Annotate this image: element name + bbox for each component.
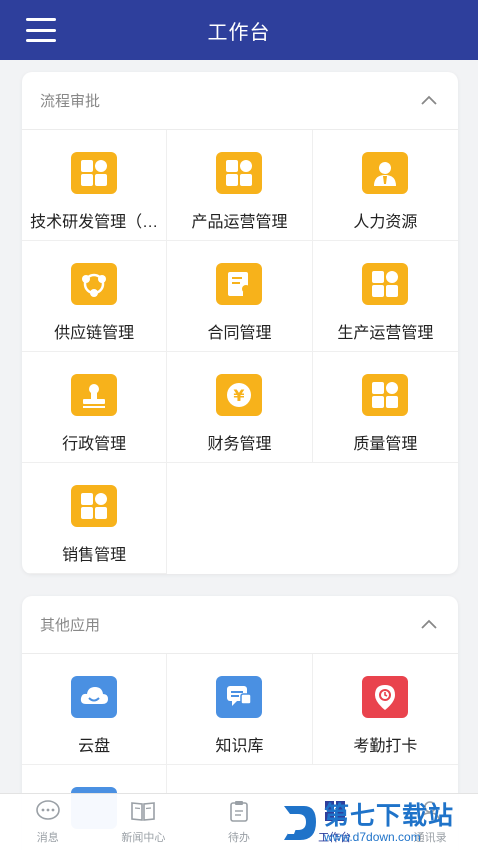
chat-icon xyxy=(216,676,263,718)
app-tile[interactable]: 生产运营管理 xyxy=(312,241,458,352)
chain-icon xyxy=(71,263,118,305)
grid-icon xyxy=(71,152,118,194)
app-tile-label: 供应链管理 xyxy=(54,325,135,342)
app-tile[interactable]: 质量管理 xyxy=(312,352,458,463)
grid-icon xyxy=(362,263,409,305)
nav-item-label: 待办 xyxy=(227,832,250,844)
app-tile-label: 知识库 xyxy=(215,738,264,755)
nav-item-label: 新闻中心 xyxy=(121,832,166,844)
app-tile[interactable]: 考勤打卡 xyxy=(312,654,458,765)
page-title: 工作台 xyxy=(207,21,271,44)
section-header[interactable]: 流程审批 xyxy=(22,72,458,130)
nav-item-label: 消息 xyxy=(36,832,59,844)
nav-item[interactable]: 待办 xyxy=(191,794,287,850)
nav-item[interactable]: 消息 xyxy=(0,794,96,850)
app-tile-label: 财务管理 xyxy=(207,436,272,453)
app-tile-label: 销售管理 xyxy=(62,547,127,564)
section-process-approval: 流程审批 技术研发管理（… 产品运营管理 人力资源供应链管理 合同管理 生产运营管理行政… xyxy=(22,72,458,574)
app-tile[interactable]: 知识库 xyxy=(167,654,313,765)
grid-icon xyxy=(71,485,118,527)
app-tile-label: 人力资源 xyxy=(353,214,418,231)
clipboard-icon xyxy=(227,799,251,829)
watermark-logo xyxy=(284,806,316,840)
cloud-icon xyxy=(71,676,118,718)
app-tile-label: 质量管理 xyxy=(353,436,418,453)
app-tile-label: 行政管理 xyxy=(62,436,127,453)
svg-text:¥: ¥ xyxy=(234,386,245,405)
location-icon xyxy=(362,676,409,718)
app-header: 工作台 xyxy=(0,0,478,60)
chevron-up-icon[interactable] xyxy=(418,614,440,636)
grid-icon xyxy=(362,374,409,416)
person-icon xyxy=(362,152,409,194)
app-tile[interactable]: 技术研发管理（… xyxy=(22,130,168,241)
app-tile[interactable]: 行政管理 xyxy=(22,352,168,463)
app-tile[interactable]: 产品运营管理 xyxy=(167,130,313,241)
app-tile-label: 合同管理 xyxy=(207,325,272,342)
contract-icon xyxy=(216,263,263,305)
watermark-url: www.d7down.com xyxy=(324,830,421,844)
stamp-icon xyxy=(71,374,118,416)
message-icon xyxy=(35,799,61,829)
app-tile-label: 技术研发管理（… xyxy=(30,214,159,231)
watermark: 第七下载站 www.d7down.com xyxy=(280,796,478,850)
app-tile-label: 考勤打卡 xyxy=(353,738,418,755)
menu-icon[interactable] xyxy=(26,18,56,42)
nav-item[interactable]: 新闻中心 xyxy=(96,794,192,850)
app-tile[interactable]: 供应链管理 xyxy=(22,241,168,352)
app-tile[interactable]: 合同管理 xyxy=(167,241,313,352)
watermark-text: 第七下载站 xyxy=(324,802,455,830)
yen-icon: ¥ xyxy=(216,374,263,416)
app-tile[interactable]: ¥ 财务管理 xyxy=(167,352,313,463)
grid-icon xyxy=(216,152,263,194)
section-title: 其他应用 xyxy=(40,617,101,634)
app-tile-label: 云盘 xyxy=(78,738,111,755)
book-icon xyxy=(130,799,156,829)
app-tile-label: 产品运营管理 xyxy=(191,214,288,231)
app-tile-label: 生产运营管理 xyxy=(337,325,434,342)
app-tile[interactable]: 人力资源 xyxy=(312,130,458,241)
app-tile[interactable]: 销售管理 xyxy=(22,463,168,574)
chevron-up-icon[interactable] xyxy=(418,90,440,112)
app-tile[interactable]: 云盘 xyxy=(22,654,168,765)
section-title: 流程审批 xyxy=(40,93,101,110)
section-header[interactable]: 其他应用 xyxy=(22,596,458,654)
